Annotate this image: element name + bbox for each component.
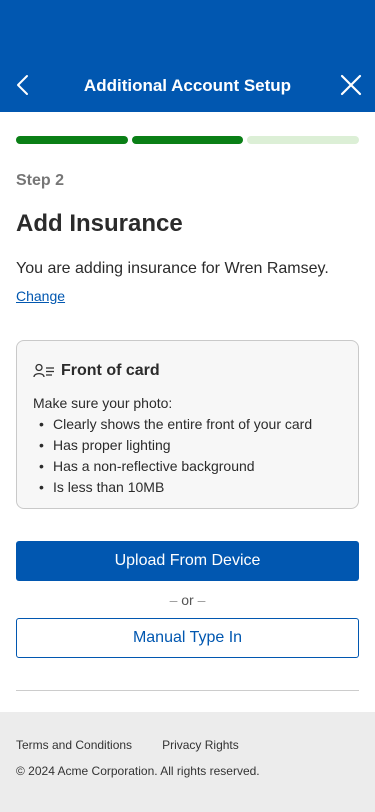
upload-from-device-button[interactable]: Upload From Device (16, 541, 359, 581)
close-icon[interactable] (338, 72, 364, 98)
terms-link[interactable]: Terms and Conditions (16, 738, 132, 752)
page-title: Add Insurance (16, 210, 183, 237)
card-intro: Make sure your photo: (33, 395, 173, 411)
card-title: Front of card (61, 362, 160, 379)
manual-type-in-button[interactable]: Manual Type In (16, 618, 359, 658)
person-list-icon (33, 363, 55, 379)
progress-segment-incomplete (247, 136, 360, 144)
privacy-link[interactable]: Privacy Rights (162, 738, 239, 752)
header-title: Additional Account Setup (83, 76, 292, 95)
footer-links: Terms and Conditions Privacy Rights (16, 738, 239, 752)
progress-segment-complete (131, 136, 244, 144)
list-item: Is less than 10MB (33, 477, 342, 498)
copyright-text: © 2024 Acme Corporation. All rights rese… (16, 764, 260, 778)
insurance-description: You are adding insurance for Wren Ramsey… (16, 260, 329, 277)
divider (16, 690, 359, 691)
app-header: Additional Account Setup (0, 0, 375, 112)
requirements-list: Clearly shows the entire front of your c… (33, 414, 342, 498)
front-of-card-panel: Front of card Make sure your photo: Clea… (16, 340, 359, 509)
step-label: Step 2 (16, 172, 65, 189)
progress-segment-complete (16, 136, 128, 144)
list-item: Has proper lighting (33, 435, 342, 456)
or-separator: – or – (169, 592, 206, 608)
change-link[interactable]: Change (16, 288, 65, 304)
list-item: Clearly shows the entire front of your c… (33, 414, 342, 435)
step-progress-bar (16, 136, 360, 144)
page-footer: Terms and Conditions Privacy Rights © 20… (0, 712, 375, 812)
or-text: or (181, 592, 194, 608)
list-item: Has a non-reflective background (33, 456, 342, 477)
card-header: Front of card (33, 359, 342, 383)
